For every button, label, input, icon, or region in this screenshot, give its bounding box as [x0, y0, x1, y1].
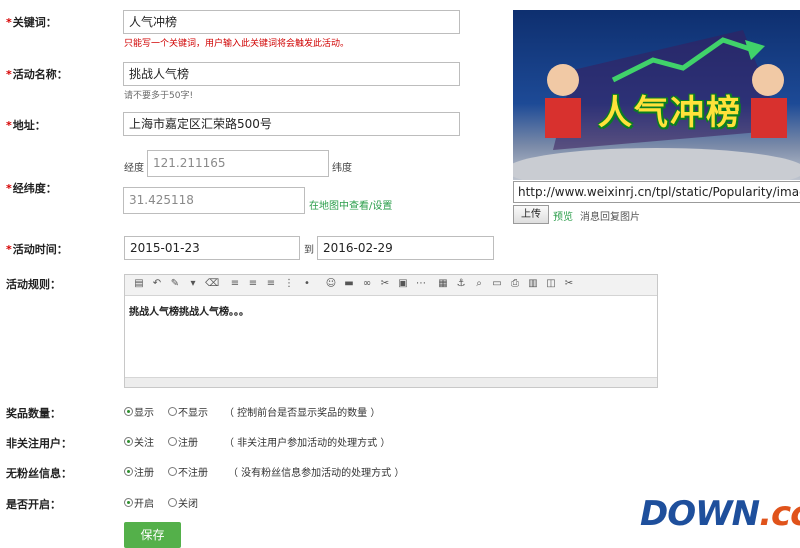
latitude-input[interactable]: 31.425118 — [123, 187, 305, 214]
paint-icon[interactable]: ✎ — [169, 278, 181, 290]
image-icon[interactable]: ▣ — [397, 278, 409, 290]
keyword-input[interactable]: 人气冲榜 — [123, 10, 460, 34]
emoticon-icon[interactable]: ☺ — [325, 278, 337, 290]
enabled-label: 是否开启： — [6, 498, 61, 511]
activity-name-input[interactable]: 挑战人气榜 — [123, 62, 460, 86]
anchor-icon[interactable]: ⚓ — [455, 278, 467, 290]
upload-button[interactable]: 上传 — [513, 205, 549, 224]
image-url-input[interactable]: http://www.weixinrj.cn/tpl/static/Popula… — [513, 181, 800, 203]
right-character-body — [751, 98, 787, 138]
prize-count-note: （ 控制前台是否显示奖品的数量 ） — [224, 408, 381, 419]
editor-content[interactable]: 挑战人气榜挑战人气榜。。。 — [129, 303, 249, 318]
align-right-icon[interactable]: ≡ — [265, 278, 277, 290]
align-center-icon[interactable]: ≡ — [247, 278, 259, 290]
ordered-list-icon[interactable]: ⋮ — [283, 278, 295, 290]
non-follow-follow-radio[interactable] — [124, 437, 133, 446]
map-link[interactable]: 在地图中查看/设置 — [309, 197, 392, 212]
activity-name-label: *活动名称： — [6, 68, 68, 81]
grid-icon[interactable]: ⋯ — [415, 278, 427, 290]
right-character-head — [752, 64, 784, 96]
eraser-icon[interactable]: ⌫ — [205, 278, 219, 290]
activity-banner-image: 人气冲榜 — [513, 10, 800, 180]
flash-icon[interactable]: ▬ — [343, 278, 355, 290]
longitude-input[interactable]: 121.211165 — [147, 150, 329, 177]
coords-label: *经纬度： — [6, 182, 57, 195]
keyword-label: *关键词： — [6, 16, 57, 29]
non-follow-label: 非关注用户： — [6, 437, 72, 450]
rules-editor[interactable]: ▤ ↶ ✎ ▾ ⌫ ≡ ≡ ≡ ⋮ • ☺ ▬ ∞ ✂ ▣ ⋯ ▦ ⚓ ⌕ ▭ … — [124, 274, 658, 388]
prize-show-radio[interactable] — [124, 407, 133, 416]
no-fans-register-radio[interactable] — [124, 467, 133, 476]
longitude-label: 经度 — [124, 163, 144, 174]
enabled-off-label: 关闭 — [178, 499, 198, 510]
code-icon[interactable]: ◫ — [545, 278, 557, 290]
enabled-on-label: 开启 — [134, 499, 154, 510]
no-fans-skip-label: 不注册 — [178, 468, 208, 479]
cut-icon[interactable]: ✂ — [563, 278, 575, 290]
banner-title: 人气冲榜 — [598, 93, 742, 133]
template-icon[interactable]: ▥ — [527, 278, 539, 290]
enabled-off-radio[interactable] — [168, 498, 177, 507]
reply-image-label: 消息回复图片 — [580, 212, 640, 223]
no-fans-label: 无粉丝信息： — [6, 467, 72, 480]
source-icon[interactable]: ▤ — [133, 278, 145, 290]
non-follow-note: （ 非关注用户参加活动的处理方式 ） — [224, 438, 391, 449]
latitude-label: 纬度 — [332, 163, 352, 174]
unordered-list-icon[interactable]: • — [301, 278, 313, 290]
address-label: *地址： — [6, 119, 46, 132]
no-fans-skip-radio[interactable] — [168, 467, 177, 476]
fullscreen-icon[interactable]: ▭ — [491, 278, 503, 290]
time-label: *活动时间： — [6, 243, 68, 256]
activity-name-hint: 请不要多于50字! — [124, 91, 194, 101]
no-fans-register-label: 注册 — [134, 468, 154, 479]
editor-resize-handle[interactable] — [125, 377, 657, 387]
preview-link[interactable]: 预览 — [553, 208, 573, 223]
prize-hide-label: 不显示 — [178, 408, 208, 419]
prize-show-label: 显示 — [134, 408, 154, 419]
align-left-icon[interactable]: ≡ — [229, 278, 241, 290]
editor-toolbar: ▤ ↶ ✎ ▾ ⌫ ≡ ≡ ≡ ⋮ • ☺ ▬ ∞ ✂ ▣ ⋯ ▦ ⚓ ⌕ ▭ … — [125, 275, 657, 296]
date-to-label: 到 — [304, 245, 314, 256]
preview-icon[interactable]: ⌕ — [473, 278, 485, 290]
prize-hide-radio[interactable] — [168, 407, 177, 416]
paste-icon[interactable]: ▾ — [187, 278, 199, 290]
non-follow-follow-label: 关注 — [134, 438, 154, 449]
non-follow-register-label: 注册 — [178, 438, 198, 449]
undo-icon[interactable]: ↶ — [151, 278, 163, 290]
left-character-head — [547, 64, 579, 96]
prize-count-label: 奖品数量： — [6, 407, 61, 420]
start-date-input[interactable]: 2015-01-23 — [124, 236, 300, 260]
table-icon[interactable]: ▦ — [437, 278, 449, 290]
no-fans-note: （ 没有粉丝信息参加活动的处理方式 ） — [228, 468, 405, 479]
rules-label: 活动规则： — [6, 278, 61, 291]
keyword-hint: 只能写一个关键词，用户输入此关键词将会触发此活动。 — [124, 39, 350, 49]
left-character-body — [545, 98, 581, 138]
address-input[interactable]: 上海市嘉定区汇荣路500号 — [123, 112, 460, 136]
watermark-logo: DOWN.cc — [640, 494, 800, 534]
link-icon[interactable]: ∞ — [361, 278, 373, 290]
non-follow-register-radio[interactable] — [168, 437, 177, 446]
banner-cloud — [513, 148, 800, 180]
end-date-input[interactable]: 2016-02-29 — [317, 236, 494, 260]
print-icon[interactable]: ⎙ — [509, 278, 521, 290]
unlink-icon[interactable]: ✂ — [379, 278, 391, 290]
save-button[interactable]: 保存 — [124, 522, 181, 548]
enabled-on-radio[interactable] — [124, 498, 133, 507]
